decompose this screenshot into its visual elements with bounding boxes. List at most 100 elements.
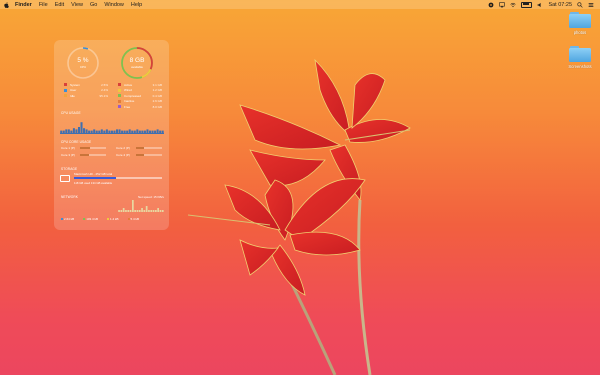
network-graph [118, 200, 164, 212]
network-stat: 1.4 kB [107, 217, 119, 221]
folder-icon [569, 12, 591, 28]
stat-dot [61, 218, 63, 220]
legend-name: System [70, 82, 81, 87]
menu-file[interactable]: File [39, 2, 48, 8]
network-bar [155, 210, 157, 212]
network-bar [134, 210, 136, 212]
folder-label: photos [573, 30, 587, 35]
network-stat: 103.4 kB [83, 217, 98, 221]
network-bar [136, 210, 139, 212]
network-bar [143, 210, 146, 212]
menu-view[interactable]: View [71, 2, 83, 8]
menu-go[interactable]: Go [90, 2, 97, 8]
legend-name: Compressed [124, 93, 142, 98]
network-stats: 2.64 kB 103.4 kB 1.4 kB 5.4 kB [61, 217, 139, 221]
legend-row: User 2.4% [64, 88, 108, 94]
core-label: Core 2 (P) [116, 146, 130, 150]
legend-swatch [64, 94, 67, 98]
stat-label: 103.4 kB [86, 217, 99, 221]
network-bar [157, 208, 159, 212]
menu-finder[interactable]: Finder [15, 2, 32, 8]
core-bar [136, 147, 162, 149]
legend-name: Active [124, 82, 133, 87]
desktop-folder-photos[interactable]: photos [565, 12, 595, 35]
wifi-icon[interactable] [510, 2, 517, 8]
cpu-ring: 5 % CPU [66, 46, 100, 80]
core-bar-fill [136, 154, 144, 156]
core-label: Core 1 (P) [61, 146, 75, 150]
stat-dot [83, 218, 86, 220]
network-bar [122, 208, 125, 212]
network-bar [161, 210, 164, 212]
legend-row: Inactive 2.6 GB [118, 99, 162, 105]
legend-swatch [118, 88, 121, 92]
legend-row: Free 8.0 GB [118, 104, 162, 110]
stat-label: 2.64 kB [64, 217, 75, 221]
legend-value: 3.1 GB [152, 82, 162, 87]
legend-row: Active 3.1 GB [118, 82, 162, 88]
menu-edit[interactable]: Edit [55, 2, 64, 8]
status-circle-icon[interactable] [488, 2, 494, 8]
storage-bar-fill [74, 177, 116, 179]
folder-icon [569, 46, 591, 62]
core-bar [80, 154, 106, 156]
core-bar-fill [136, 147, 144, 149]
legend-value: 2.5% [101, 82, 108, 87]
legend-value: 95.1% [99, 93, 108, 98]
memory-value: 8 GB [129, 57, 145, 64]
legend-value: 0.4 GB [152, 93, 162, 98]
menu-bar: Finder File Edit View Go Window Help Sat… [0, 0, 600, 9]
search-icon[interactable] [577, 1, 583, 8]
network-bar [145, 206, 148, 212]
memory-ring: 8 GB available [120, 46, 154, 80]
network-title: NETWORK [61, 195, 78, 199]
stat-dot [127, 218, 130, 220]
core-bar [80, 147, 106, 149]
menu-help[interactable]: Help [131, 2, 142, 8]
memory-legend: Active 3.1 GB Wired 1.2 GB Compressed 0.4 G… [118, 82, 162, 110]
core-bar [136, 154, 162, 156]
stat-label: 5.4 kB [130, 217, 140, 221]
cpu-usage-bar [80, 122, 83, 133]
core-label: Core 3 (P) [61, 153, 75, 157]
cpu-legend: System 2.5% User 2.4% Idle 95.1% [64, 82, 108, 99]
battery-icon[interactable] [521, 1, 533, 8]
menu-clock[interactable]: Sat 07:25 [548, 2, 572, 8]
stat-dot [107, 218, 110, 220]
control-center-icon[interactable] [588, 2, 594, 8]
legend-name: User [70, 88, 77, 93]
memory-label: available [131, 65, 143, 69]
legend-name: Free [124, 104, 131, 109]
cpu-usage-graph [60, 122, 164, 133]
legend-row: System 2.5% [64, 82, 108, 88]
core-label: Core 4 (P) [116, 153, 130, 157]
stat-label: 1.4 kB [110, 217, 119, 221]
apple-logo-icon[interactable] [4, 1, 9, 8]
network-bar [120, 210, 123, 212]
legend-swatch [118, 99, 121, 103]
menu-window[interactable]: Window [104, 2, 124, 8]
legend-value: 8.0 GB [152, 104, 162, 109]
legend-swatch [64, 88, 67, 92]
network-bar [152, 210, 155, 212]
network-bar [125, 210, 127, 212]
network-bar [159, 210, 162, 212]
volume-icon[interactable] [537, 2, 543, 8]
legend-swatch [118, 94, 121, 98]
legend-value: 2.6 GB [152, 99, 162, 104]
network-bar [118, 210, 120, 212]
legend-row: Compressed 0.4 GB [118, 93, 162, 99]
desktop-folder-screenshots[interactable]: Screenshots [565, 46, 595, 69]
network-bar [138, 210, 141, 212]
legend-swatch [118, 83, 121, 87]
legend-value: 2.4% [101, 88, 108, 93]
airplay-icon[interactable] [499, 1, 506, 8]
network-bar [127, 210, 130, 212]
network-bar [129, 210, 132, 212]
network-bar [132, 200, 134, 212]
network-speed: Net speed: 15 KB/s [138, 195, 164, 199]
legend-value: 1.2 GB [152, 88, 162, 93]
network-stat: 5.4 kB [127, 217, 140, 221]
network-stat: 2.64 kB [61, 217, 74, 221]
storage-caption: Macintosh HD - 252 GB total [74, 172, 113, 176]
